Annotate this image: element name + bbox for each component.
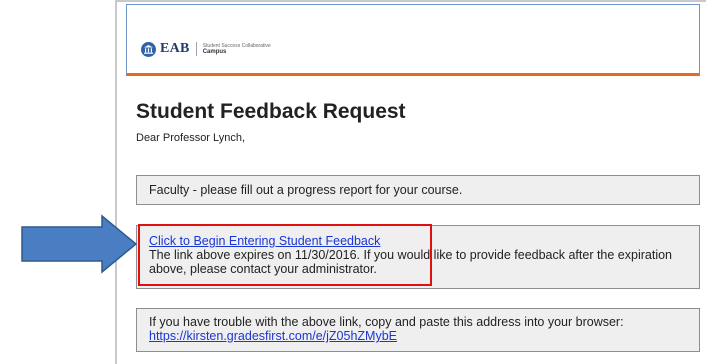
tagline-product: Campus: [202, 49, 227, 55]
begin-feedback-link[interactable]: Click to Begin Entering Student Feedback: [149, 234, 380, 248]
feedback-link-box: Click to Begin Entering Student Feedback…: [136, 225, 700, 289]
logo-divider: [195, 42, 197, 56]
columned-building-icon: [141, 41, 156, 57]
logo-tagline: Student Success Collaborative Campus: [203, 43, 271, 55]
expiry-text: The link above expires on 11/30/2016. If…: [149, 248, 673, 276]
trouble-box: If you have trouble with the above link,…: [136, 308, 700, 352]
eab-logo: EAB Student Success Collaborative Campus: [141, 41, 271, 57]
right-arrow-icon: [21, 214, 138, 274]
email-header: EAB Student Success Collaborative Campus: [126, 4, 700, 76]
feedback-url-link[interactable]: https://kirsten.gradesfirst.com/e/jZ05hZ…: [149, 329, 397, 343]
greeting-text: Dear Professor Lynch,: [136, 132, 246, 144]
brand-name: EAB: [160, 41, 190, 56]
trouble-text: If you have trouble with the above link,…: [149, 315, 624, 329]
page-title: Student Feedback Request: [136, 100, 406, 123]
instruction-box: Faculty - please fill out a progress rep…: [136, 175, 700, 205]
instruction-text: Faculty - please fill out a progress rep…: [149, 183, 463, 197]
